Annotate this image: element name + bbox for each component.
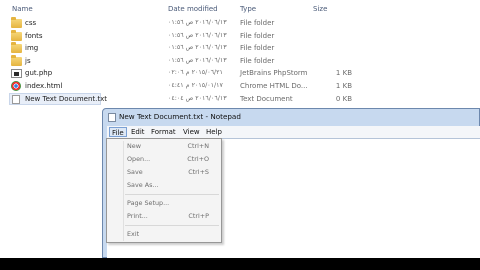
file-row-fonts[interactable]: fonts ٢٠١٦/٠٦/١٣ ص ٠١:٥٦ File folder bbox=[0, 29, 480, 43]
folder-icon bbox=[11, 42, 22, 54]
file-type: File folder bbox=[240, 56, 275, 65]
menu-item-new[interactable]: New Ctrl+N bbox=[107, 140, 221, 152]
file-date: ٢٠١٥/٠٦/٢١ م ٠٢:٠٦ bbox=[168, 69, 223, 77]
menu-item-label: Save bbox=[127, 168, 143, 176]
menu-item-label: Page Setup... bbox=[127, 199, 170, 207]
notepad-icon[interactable] bbox=[108, 113, 116, 122]
date-column-header[interactable]: Date modified bbox=[168, 5, 218, 13]
menu-item-label: Open... bbox=[127, 155, 151, 163]
file-date: ٢٠١٦/٠٦/١٣ ص ٠١:٥٦ bbox=[168, 44, 227, 52]
file-type: Chrome HTML Do... bbox=[240, 81, 308, 90]
file-size: 1 KB bbox=[335, 69, 352, 78]
folder-icon bbox=[11, 17, 22, 28]
menu-item-shortcut: Ctrl+N bbox=[187, 142, 209, 150]
folder-icon bbox=[11, 54, 22, 66]
file-row-new-text-document[interactable]: New Text Document.txt ٢٠١٦/٠٦/١٣ ص ٠٤:٠٤… bbox=[0, 92, 480, 106]
file-size: 0 KB bbox=[335, 94, 352, 103]
file-date: ٢٠١٦/٠٦/١٣ ص ٠٤:٠٤ bbox=[168, 94, 227, 102]
menu-separator bbox=[125, 225, 219, 226]
menu-view[interactable]: View bbox=[181, 127, 202, 137]
file-row-js[interactable]: js ٢٠١٦/٠٦/١٣ ص ٠١:٥٦ File folder bbox=[0, 54, 480, 68]
file-name: img bbox=[25, 44, 39, 53]
file-type: Text Document bbox=[240, 94, 293, 103]
file-date: ٢٠١٦/٠٦/١٣ ص ٠١:٥٦ bbox=[168, 19, 227, 26]
file-name: index.html bbox=[25, 81, 63, 90]
file-list: css ٢٠١٦/٠٦/١٣ ص ٠١:٥٦ File folder fonts… bbox=[0, 17, 480, 105]
file-menu-dropdown: New Ctrl+N Open... Ctrl+O Save Ctrl+S Sa… bbox=[106, 138, 222, 243]
file-type: File folder bbox=[240, 44, 275, 53]
php-file-icon bbox=[11, 69, 22, 79]
menu-help[interactable]: Help bbox=[204, 127, 224, 137]
size-column-header[interactable]: Size bbox=[313, 5, 327, 13]
menu-item-shortcut: Ctrl+S bbox=[188, 168, 209, 176]
name-column-header[interactable]: Name bbox=[12, 5, 33, 13]
menu-edit[interactable]: Edit bbox=[129, 127, 147, 137]
file-row-css[interactable]: css ٢٠١٦/٠٦/١٣ ص ٠١:٥٦ File folder bbox=[0, 17, 480, 30]
menu-item-print[interactable]: Print... Ctrl+P bbox=[107, 210, 221, 222]
text-file-icon bbox=[12, 94, 20, 104]
type-column-header[interactable]: Type bbox=[240, 5, 256, 13]
file-row-gut-php[interactable]: gut.php ٢٠١٥/٠٦/٢١ م ٠٢:٠٦ JetBrains Php… bbox=[0, 67, 480, 80]
menu-item-open[interactable]: Open... Ctrl+O bbox=[107, 153, 221, 165]
file-type: File folder bbox=[240, 19, 275, 27]
file-type: JetBrains PhpStorm bbox=[240, 69, 308, 78]
menu-separator bbox=[125, 194, 219, 195]
menu-item-save[interactable]: Save Ctrl+S bbox=[107, 166, 221, 178]
window-title: New Text Document.txt - Notepad bbox=[119, 112, 241, 121]
menu-item-label: Exit bbox=[127, 230, 140, 238]
file-row-index-html[interactable]: index.html ٢٠١٥/٠١/١٧ م ٠٤:٤١ Chrome HTM… bbox=[0, 80, 480, 93]
file-name: js bbox=[25, 56, 31, 65]
menu-format[interactable]: Format bbox=[149, 127, 178, 137]
menu-item-shortcut: Ctrl+P bbox=[188, 212, 209, 220]
file-type: File folder bbox=[240, 31, 275, 40]
menu-item-save-as[interactable]: Save As... bbox=[107, 179, 221, 191]
html-file-icon bbox=[11, 80, 21, 91]
letterbox-bar bbox=[0, 258, 480, 270]
file-name: fonts bbox=[25, 31, 43, 40]
file-date: ٢٠١٦/٠٦/١٣ ص ٠١:٥٦ bbox=[168, 31, 227, 39]
folder-icon bbox=[11, 29, 22, 41]
menu-item-shortcut: Ctrl+O bbox=[187, 155, 209, 163]
file-date: ٢٠١٦/٠٦/١٣ ص ٠١:٥٦ bbox=[168, 56, 227, 64]
file-size: 1 KB bbox=[335, 81, 352, 90]
menu-item-page-setup[interactable]: Page Setup... bbox=[107, 197, 221, 209]
menu-item-label: Print... bbox=[127, 212, 148, 220]
menu-bar: File Edit Format View Help bbox=[107, 126, 480, 138]
file-date: ٢٠١٥/٠١/١٧ م ٠٤:٤١ bbox=[168, 81, 223, 89]
menu-item-exit[interactable]: Exit bbox=[107, 228, 221, 240]
file-name: gut.php bbox=[25, 69, 53, 78]
file-row-img[interactable]: img ٢٠١٦/٠٦/١٣ ص ٠١:٥٦ File folder bbox=[0, 42, 480, 55]
column-header-bar: Name Date modified Type Size bbox=[0, 0, 480, 16]
menu-item-label: New bbox=[127, 142, 141, 150]
menu-file[interactable]: File bbox=[109, 127, 127, 137]
file-name: css bbox=[25, 19, 37, 27]
file-name: New Text Document.txt bbox=[25, 94, 107, 103]
menu-item-label: Save As... bbox=[127, 181, 159, 189]
